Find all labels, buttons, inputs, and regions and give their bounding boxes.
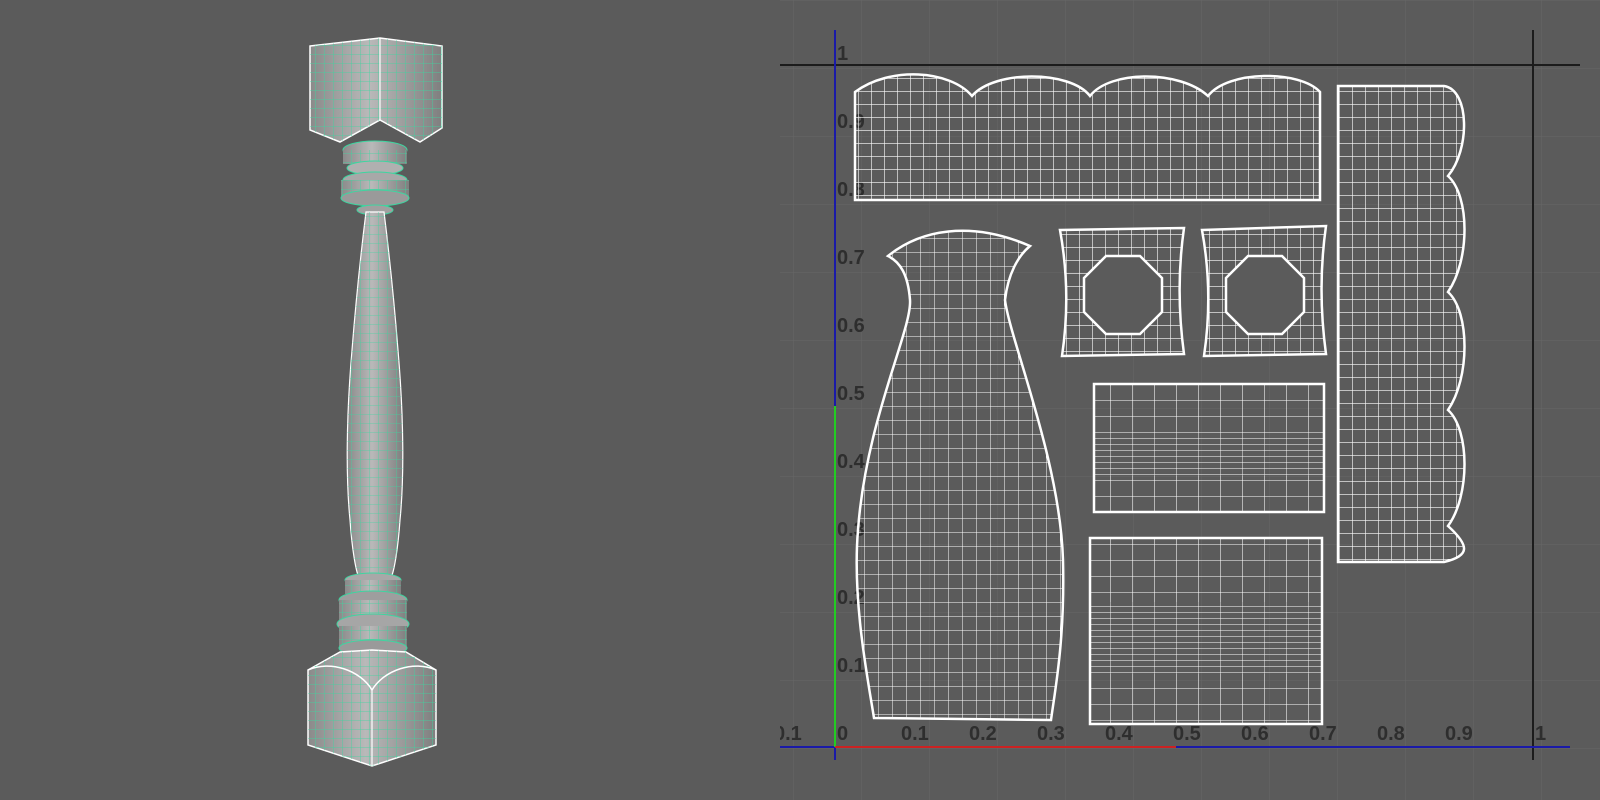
uv-editor-panel[interactable]: 1 0.9 0.8 0.7 0.6 0.5 0.4 0.3 0.2 0.1 0.…	[774, 0, 1600, 800]
svg-text:0.3: 0.3	[1037, 723, 1065, 745]
upper-rings	[340, 140, 410, 216]
svg-text:0.4: 0.4	[837, 451, 866, 473]
svg-text:0.1: 0.1	[901, 723, 929, 745]
svg-text:0.8: 0.8	[1377, 723, 1405, 745]
baluster-mesh[interactable]	[307, 37, 443, 767]
uv-shell-square-hole-1[interactable]	[1058, 226, 1186, 358]
svg-text:1: 1	[837, 43, 848, 65]
svg-text:0.1: 0.1	[780, 723, 802, 745]
3d-viewport[interactable]	[0, 0, 780, 800]
viewport-canvas[interactable]	[0, 0, 780, 800]
uv-canvas[interactable]: 1 0.9 0.8 0.7 0.6 0.5 0.4 0.3 0.2 0.1 0.…	[774, 0, 1600, 800]
svg-text:0.7: 0.7	[837, 247, 865, 269]
svg-text:0.1: 0.1	[837, 655, 865, 677]
shaft	[346, 211, 404, 576]
bottom-block	[307, 649, 437, 767]
svg-text:0.7: 0.7	[1309, 723, 1337, 745]
uv-shell-square-hole-2[interactable]	[1200, 224, 1328, 358]
svg-text:0.5: 0.5	[837, 383, 865, 405]
maya-workspace: 1 0.9 0.8 0.7 0.6 0.5 0.4 0.3 0.2 0.1 0.…	[0, 0, 1600, 800]
svg-text:1: 1	[1535, 723, 1546, 745]
top-block	[309, 37, 443, 143]
svg-text:0.2: 0.2	[969, 723, 997, 745]
uv-shell-rect-1[interactable]	[1092, 382, 1326, 514]
svg-text:0.6: 0.6	[837, 315, 865, 337]
svg-text:0.5: 0.5	[1173, 723, 1201, 745]
svg-text:0.4: 0.4	[1105, 723, 1134, 745]
svg-text:0.9: 0.9	[1445, 723, 1473, 745]
uv-shell-rect-2[interactable]	[1088, 536, 1324, 726]
lower-rings	[336, 572, 410, 657]
uv-shell-right-strip[interactable]	[1336, 84, 1472, 564]
svg-text:0.6: 0.6	[1241, 723, 1269, 745]
svg-text:0: 0	[837, 723, 848, 745]
